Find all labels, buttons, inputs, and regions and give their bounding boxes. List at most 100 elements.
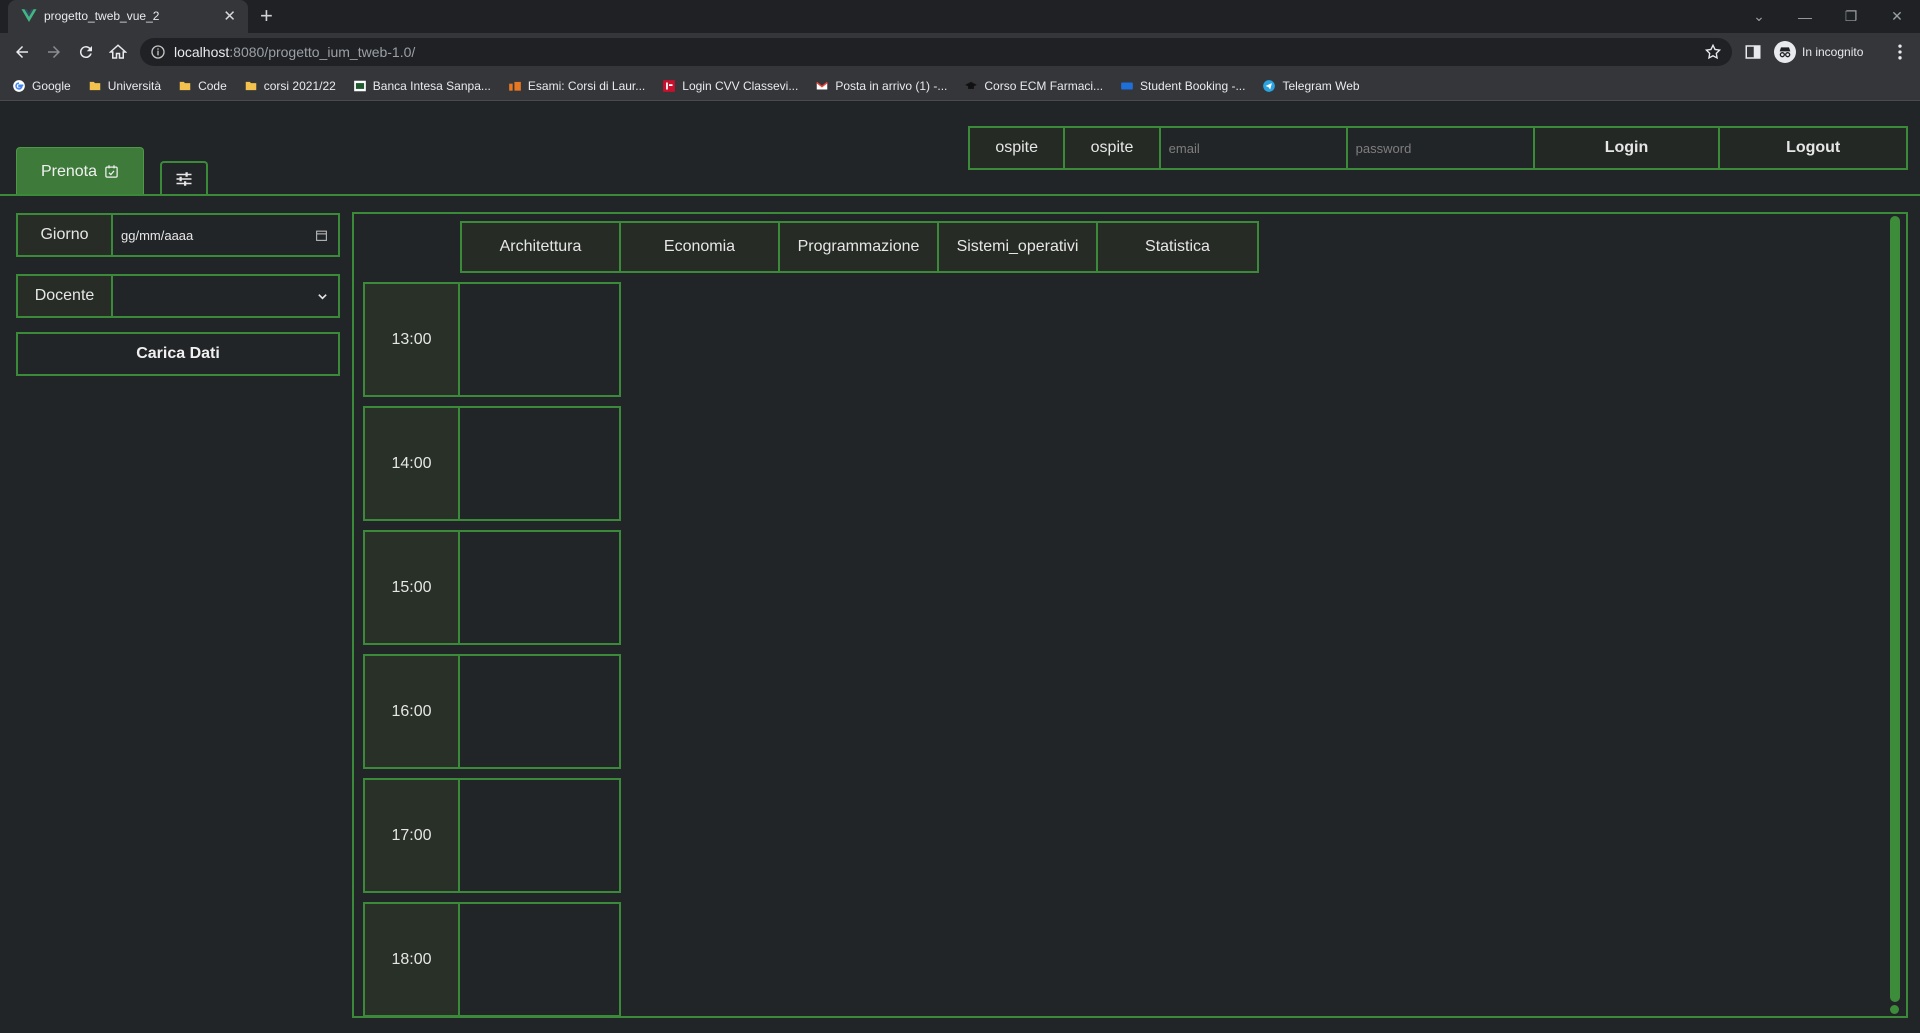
day-value: gg/mm/aaaa [121,227,194,243]
tab-prenota[interactable]: Prenota [16,147,144,195]
bookmark-label: Posta in arrivo (1) -... [835,78,948,93]
bookmark-item[interactable]: Banca Intesa Sanpa... [353,79,491,93]
subject-header[interactable]: Statistica [1098,223,1257,271]
time-slot-cell[interactable] [460,408,619,519]
tabs-divider [0,194,1920,196]
google-icon [12,79,26,93]
subject-header[interactable]: Programmazione [780,223,939,271]
folder-icon [244,79,258,93]
back-icon[interactable] [8,38,36,66]
time-slot-row: 18:00 [363,902,621,1016]
bookmark-item[interactable]: Esami: Corsi di Laur... [508,79,645,93]
close-tab-icon[interactable]: ✕ [223,7,236,25]
telegram-icon [1262,79,1276,93]
tab-title: progetto_tweb_vue_2 [44,9,160,23]
folder-icon [88,79,102,93]
close-window-icon[interactable]: ✕ [1874,0,1920,33]
bookmark-item[interactable]: Login CVV Classevi... [662,79,798,93]
time-slot-row: 15:00 [363,530,621,645]
bookmark-item[interactable]: Google [12,79,71,93]
time-slot-row: 17:00 [363,778,621,893]
bookmark-item[interactable]: Posta in arrivo (1) -... [815,79,947,93]
calendar-check-icon [105,165,118,178]
bookmark-label: Code [198,78,227,93]
load-data-button[interactable]: Carica Dati [16,332,340,376]
home-icon[interactable] [104,38,132,66]
time-slot-cell[interactable] [460,780,619,891]
bookmark-item[interactable]: Code [178,79,227,93]
booking-icon [1120,79,1134,93]
browser-menu-icon[interactable] [1890,42,1910,62]
time-slot-cell[interactable] [460,284,619,395]
folder-icon [178,79,192,93]
subject-header[interactable]: Architettura [462,223,621,271]
browser-tab[interactable]: progetto_tweb_vue_2 ✕ [8,0,248,33]
time-slot-label: 17:00 [365,780,460,891]
time-slot-label: 18:00 [365,904,460,1015]
bookmark-item[interactable]: Telegram Web [1262,78,1360,93]
time-slot-label: 16:00 [365,656,460,767]
calendar-icon[interactable] [315,229,328,242]
reload-icon[interactable] [72,38,100,66]
login-button[interactable]: Login [1534,128,1721,168]
browser-toolbar: localhost:8080/progetto_ium_tweb-1.0/ In… [0,33,1920,71]
bookmark-label: Corso ECM Farmaci... [984,78,1104,93]
day-date-input[interactable]: gg/mm/aaaa [113,215,338,255]
tab-search-icon[interactable]: ⌄ [1736,0,1782,33]
restore-icon[interactable]: ❐ [1828,0,1874,33]
url-path: :8080/progetto_ium_tweb-1.0/ [229,44,416,60]
unito-icon [508,79,522,93]
forward-icon[interactable] [40,38,68,66]
time-slot-label: 14:00 [365,408,460,519]
tab-prenota-label: Prenota [40,162,98,180]
bookmark-label: corsi 2021/22 [263,78,336,93]
browser-tab-strip: progetto_tweb_vue_2 ✕ + ⌄ — ❐ ✕ [0,0,1920,33]
bookmark-label: Student Booking -... [1140,78,1246,93]
time-slot-label: 13:00 [365,284,460,395]
bookmark-item[interactable]: corsi 2021/22 [244,79,336,93]
day-field: Giorno gg/mm/aaaa [16,213,340,257]
new-tab-icon[interactable]: + [260,3,273,29]
bank-icon [353,79,367,93]
bookmark-label: Banca Intesa Sanpa... [372,78,491,93]
time-slot-row: 14:00 [363,406,621,521]
classeviva-icon [662,79,676,93]
site-info-icon[interactable] [150,44,166,60]
incognito-profile-button[interactable]: In incognito [1774,39,1863,65]
address-bar[interactable]: localhost:8080/progetto_ium_tweb-1.0/ [140,38,1732,66]
user-surname: ospite [1065,128,1161,168]
graduation-cap-icon [964,79,978,93]
bookmark-label: Telegram Web [1282,78,1360,93]
password-input[interactable] [1347,128,1535,168]
subject-header[interactable]: Economia [621,223,780,271]
bookmark-item[interactable]: Student Booking -... [1120,79,1245,93]
scrollbar-thumb[interactable] [1890,216,1900,1002]
auth-bar: ospite ospite Login Logout [968,126,1908,170]
bookmark-item[interactable]: Università [88,79,161,93]
day-label: Giorno [18,215,113,255]
bookmark-label: Esami: Corsi di Laur... [527,78,646,93]
time-slot-cell[interactable] [460,904,619,1015]
minimize-icon[interactable]: — [1782,0,1828,33]
teacher-label: Docente [18,276,113,316]
bookmark-item[interactable]: Corso ECM Farmaci... [964,79,1103,93]
schedule-panel: Architettura Economia Programmazione Sistem… [352,212,1908,1018]
time-slot-row: 16:00 [363,654,621,769]
teacher-select[interactable] [113,276,338,316]
side-panel-icon[interactable] [1744,43,1762,61]
email-input[interactable] [1160,128,1348,168]
gmail-icon [815,79,829,93]
bookmark-star-icon[interactable] [1704,43,1722,61]
subject-header-row: Architettura Economia Programmazione Sistem… [460,221,1259,273]
url-host: localhost [174,44,230,60]
logout-button[interactable]: Logout [1720,128,1906,168]
bookmark-label: Google [32,78,71,93]
tab-filters[interactable] [160,161,208,195]
url-text[interactable]: localhost:8080/progetto_ium_tweb-1.0/ [174,44,415,60]
subject-header[interactable]: Sistemi_operativi [939,223,1098,271]
app-page: ospite ospite Login Logout Prenota Giorn… [0,102,1920,1033]
time-slot-cell[interactable] [460,532,619,643]
bookmark-label: Login CVV Classevi... [682,78,799,93]
teacher-field: Docente [16,274,340,318]
time-slot-cell[interactable] [460,656,619,767]
